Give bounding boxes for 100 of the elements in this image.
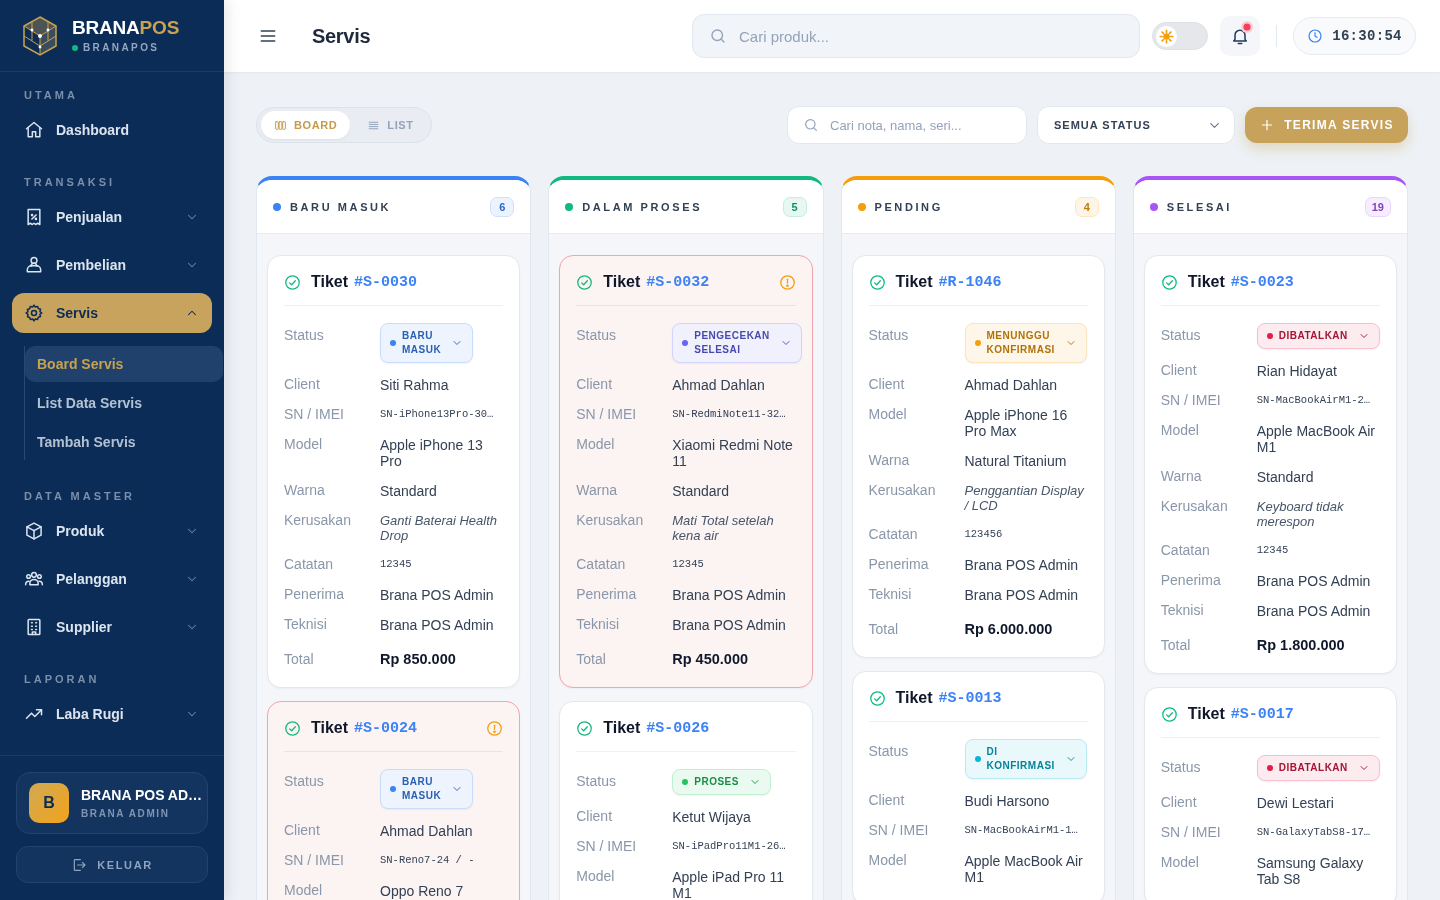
ticket-label: Tiket	[603, 273, 641, 291]
field-label: Client	[1160, 794, 1198, 811]
field-value: Ahmad Dahlan	[964, 376, 1059, 393]
ticket-label: Tiket	[895, 689, 933, 707]
ticket-card[interactable]: Tiket #S-0026 Status PROSES Client Ketut Wijaya SN / IMEI SN-iPadPro11M1-26… Model Apple iPad Pro 11 M1	[559, 701, 813, 900]
field-value: Natural Titanium	[964, 452, 1068, 469]
field-value: SN-RedmiNote11-32…	[672, 407, 787, 422]
field-label: SN / IMEI	[1160, 392, 1222, 409]
field-value: 12345	[672, 557, 705, 572]
submenu-item[interactable]: Tambah Servis	[25, 424, 223, 460]
column-title: BARU MASUK	[290, 200, 392, 213]
ticket-card[interactable]	[559, 255, 813, 688]
field-value: 12345	[1256, 543, 1290, 558]
status-dropdown[interactable]: DIBATALKAN	[1256, 323, 1380, 349]
check-circle-icon	[284, 719, 301, 737]
clock-time: 16:30:54	[1332, 28, 1402, 44]
submenu-item[interactable]: List Data Servis	[25, 385, 223, 421]
notifications-button[interactable]	[1220, 16, 1260, 56]
field-value: SN-Reno7-24 / -	[380, 853, 476, 868]
menu-item[interactable]: Pelanggan	[12, 559, 212, 599]
field-label: Kerusakan	[1160, 498, 1229, 515]
search-icon	[709, 27, 727, 45]
field-label: Model	[576, 868, 616, 885]
field-value: Brana POS Admin	[672, 616, 787, 633]
column-title: SELESAI	[1166, 200, 1233, 213]
menu-item[interactable]: Servis	[12, 293, 212, 333]
search-field[interactable]: Cari produk...	[692, 14, 1140, 58]
check-circle-icon	[1160, 273, 1178, 291]
field-value: SN-MacBookAirM1-1…	[964, 823, 1079, 838]
submenu-item[interactable]: Board Servis	[25, 346, 223, 382]
ticket-id: #S-0024	[354, 719, 418, 737]
field-label: Catatan	[868, 526, 919, 543]
field-label: Model	[1160, 854, 1200, 871]
field-value: Apple iPad Pro 11 M1	[672, 868, 786, 900]
field-label: Model	[576, 436, 616, 453]
menu-item[interactable]: Pembelian	[12, 245, 212, 285]
status-dropdown[interactable]: PROSES	[672, 769, 771, 795]
total-amount: Rp 6.000.000	[964, 621, 1054, 638]
field-label: Catatan	[576, 556, 627, 573]
menu-item[interactable]: Supplier	[12, 607, 212, 647]
search-field[interactable]: Cari nota, nama, seri...	[787, 106, 1027, 144]
ticket-card[interactable]: Tiket #S-0017 Status DIBATALKAN Client Dewi Lestari SN / IMEI SN-GalaxyTabS8-17… Model Samsung Galaxy Tab S8	[1143, 687, 1397, 900]
check-circle-icon	[576, 719, 594, 737]
field-value: Siti Rahma	[380, 376, 450, 393]
field-label: Status	[284, 326, 325, 344]
damage-description: Penggantian Display / LCD	[964, 482, 1085, 513]
receipt-icon	[24, 207, 44, 227]
field-label: Teknisi	[576, 616, 621, 633]
status-dropdown[interactable]: MENUNGGU KONFIRMASI	[964, 323, 1087, 363]
field-value: Oppo Reno 7	[380, 882, 465, 899]
building-icon	[24, 617, 44, 637]
status-dropdown[interactable]: DI KONFIRMASI	[964, 739, 1087, 779]
menu-item[interactable]: Produk	[12, 511, 212, 551]
ticket-id: #S-0026	[646, 719, 710, 737]
field-label: Status	[1160, 758, 1202, 776]
status-dropdown[interactable]: BARU MASUK	[380, 323, 474, 363]
damage-description: Keyboard tidak merespon	[1256, 498, 1345, 529]
status-filter-select[interactable]: SEMUA STATUS	[1037, 106, 1235, 144]
logout-button[interactable]: KELUAR	[16, 846, 208, 883]
logo-icon	[22, 15, 58, 56]
field-label: Model	[868, 406, 908, 423]
ticket-label: Tiket	[895, 273, 933, 291]
field-label: Warna	[284, 482, 326, 499]
field-value: Rian Hidayat	[1256, 362, 1338, 379]
field-label: Penerima	[576, 586, 638, 603]
field-label: Teknisi	[868, 586, 913, 603]
field-value: Brana POS Admin	[964, 556, 1080, 573]
status-dropdown[interactable]: DIBATALKAN	[1256, 755, 1380, 781]
field-value: Dewi Lestari	[1256, 794, 1335, 811]
ticket-card[interactable]: Tiket #S-0013 Status DI KONFIRMASI Client Budi Harsono SN / IMEI SN-MacBookAirM1-1… Model Apple MacBook Air M1	[851, 671, 1105, 900]
field-label: Client	[868, 376, 906, 393]
field-label: SN / IMEI	[576, 406, 638, 423]
status-dropdown[interactable]: BARU MASUK	[380, 769, 474, 809]
menu-item[interactable]: Penjualan	[12, 197, 212, 237]
field-label: Penerima	[868, 556, 930, 573]
field-value: SN-MacBookAirM1-2…	[1256, 393, 1372, 408]
field-value: Apple MacBook Air M1	[1256, 422, 1377, 455]
field-label: Warna	[576, 482, 618, 499]
logout-icon	[71, 856, 88, 873]
field-label: Penerima	[284, 586, 345, 603]
field-label: Status	[284, 772, 325, 790]
status-dropdown[interactable]: PENGECEKAN SELESAI	[672, 323, 802, 363]
theme-toggle[interactable]	[1152, 22, 1208, 50]
page-title: Servis	[312, 24, 371, 48]
field-value: Standard	[672, 482, 731, 499]
menu-item[interactable]: Dashboard	[12, 110, 212, 150]
field-label: Warna	[1160, 468, 1203, 485]
ticket-id: #S-0023	[1230, 273, 1294, 291]
field-label: Status	[1160, 326, 1202, 344]
field-label: Status	[576, 772, 617, 790]
field-label: Model	[1160, 422, 1200, 439]
menu-item[interactable]: Laba Rugi	[12, 694, 212, 734]
ticket-card[interactable]: Tiket #S-0024 Status BARU MASUK Client Ahmad Dahlan SN / IMEI SN-Reno7-24 / - Model Oppo Reno 7	[267, 701, 521, 900]
field-value: Brana POS Admin	[1256, 572, 1372, 589]
field-value: Ketut Wijaya	[672, 808, 752, 825]
field-value: Brana POS Admin	[1256, 602, 1372, 619]
field-value: Standard	[380, 482, 438, 499]
home-icon	[24, 120, 44, 140]
field-label: Model	[868, 852, 908, 869]
field-label: Kerusakan	[868, 482, 937, 499]
